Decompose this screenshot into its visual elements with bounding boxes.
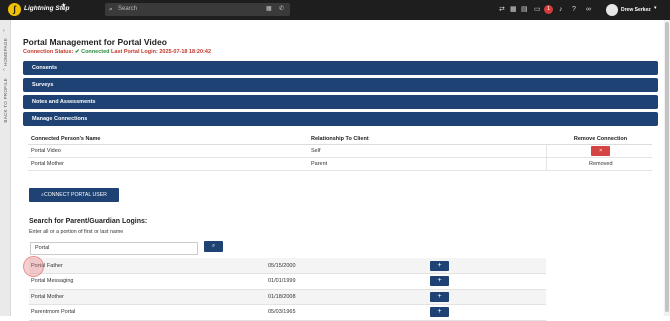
left-sidebar: ‹ HOMEPAGE ‹ BACK TO PROFILE bbox=[0, 20, 11, 316]
panel-notes-and-assessments[interactable]: Notes and Assessments bbox=[23, 95, 658, 109]
user-name[interactable]: Drew Serkez bbox=[621, 7, 651, 13]
connections-table: Connected Person's Name Relationship To … bbox=[28, 134, 652, 171]
result-name: Portal Father bbox=[29, 258, 266, 274]
result-dob: 05/03/1965 bbox=[266, 304, 428, 321]
relationship: Parent bbox=[308, 157, 546, 171]
scrollbar-thumb[interactable] bbox=[665, 22, 669, 312]
top-navbar: ʃ Lightning Step ★ ⌕ Search ▦ ✆ ⇄ ▦ ▤ ▭ … bbox=[0, 0, 670, 20]
chevron-left-icon[interactable]: ‹ bbox=[3, 67, 5, 73]
connected-person-name: Portal Video bbox=[28, 144, 308, 158]
panel-surveys[interactable]: Surveys bbox=[23, 78, 658, 92]
table-row: Portal Father 05/15/2000 + bbox=[29, 258, 546, 274]
status-value: Connected bbox=[81, 49, 110, 55]
panel-manage-connections[interactable]: Manage Connections bbox=[23, 112, 658, 126]
table-header-row: Connected Person's Name Relationship To … bbox=[28, 134, 652, 145]
calendar-icon[interactable]: ▦ bbox=[510, 5, 517, 14]
avatar[interactable] bbox=[606, 4, 618, 16]
status-label: Connection Status: bbox=[23, 49, 74, 55]
guardian-search-input[interactable]: Portal bbox=[30, 242, 198, 255]
calendar-search-icon[interactable]: ▦ bbox=[266, 3, 272, 16]
global-search-input[interactable]: ⌕ Search ▦ ✆ bbox=[105, 3, 290, 16]
status-check-icon: ✔ bbox=[74, 49, 80, 55]
favorite-star-icon[interactable]: ★ bbox=[61, 2, 66, 9]
table-row: Portal Video Self × bbox=[28, 144, 652, 158]
connection-status: Connection Status: ✔ Connected Last Port… bbox=[23, 49, 211, 55]
search-hint: Enter all or a portion of first or last … bbox=[29, 229, 124, 235]
inbox-icon[interactable]: ▤ bbox=[521, 5, 528, 14]
chevron-left-icon[interactable]: ‹ bbox=[3, 28, 5, 34]
page-title: Portal Management for Portal Video bbox=[23, 37, 167, 47]
connect-portal-user-button[interactable]: ⌕CONNECT PORTAL USER bbox=[29, 188, 119, 202]
search-icon: ⌕ bbox=[211, 243, 216, 249]
page-scrollbar[interactable] bbox=[664, 20, 670, 316]
table-row: Parentmom Portal 05/03/1965 + bbox=[29, 304, 546, 321]
table-row: Portal Mother Parent Removed bbox=[28, 157, 652, 171]
chevron-down-icon[interactable]: ▾ bbox=[654, 5, 657, 11]
connect-button-label: CONNECT PORTAL USER bbox=[43, 192, 107, 198]
action-cell: + bbox=[428, 304, 546, 321]
connected-person-name: Portal Mother bbox=[28, 157, 308, 171]
add-connection-button[interactable]: + bbox=[430, 260, 449, 271]
phone-icon[interactable]: ✆ bbox=[279, 3, 284, 16]
removed-status: Removed bbox=[545, 157, 652, 171]
transfer-icon[interactable]: ⇄ bbox=[499, 5, 505, 14]
cursor-highlight bbox=[23, 256, 44, 277]
result-dob: 01/01/1999 bbox=[266, 273, 428, 290]
search-placeholder: Search bbox=[118, 6, 138, 12]
result-dob: 05/15/2000 bbox=[266, 258, 428, 274]
search-icon: ⌕ bbox=[109, 6, 113, 13]
column-header: Remove Connection bbox=[546, 134, 652, 145]
column-header: Relationship To Client bbox=[308, 134, 546, 145]
chat-icon[interactable]: ▭ bbox=[534, 5, 541, 14]
remove-connection-button[interactable]: × bbox=[591, 145, 611, 156]
relationship: Self bbox=[308, 144, 546, 158]
search-button[interactable]: ⌕ bbox=[204, 241, 223, 252]
table-row: Portal Messaging 01/01/1999 + bbox=[29, 273, 546, 290]
result-name: Portal Mother bbox=[29, 289, 266, 305]
column-header: Connected Person's Name bbox=[28, 134, 308, 145]
sidebar-back-to-profile-link[interactable]: BACK TO PROFILE bbox=[3, 78, 8, 123]
search-results-table: Portal Father 05/15/2000 + Portal Messag… bbox=[29, 258, 546, 321]
search-heading: Search for Parent/Guardian Logins: bbox=[29, 218, 148, 225]
sidebar-homepage-link[interactable]: HOMEPAGE bbox=[3, 38, 8, 66]
result-name: Parentmom Portal bbox=[29, 304, 266, 321]
notification-badge[interactable]: 1 bbox=[544, 5, 553, 14]
action-cell: + bbox=[428, 289, 546, 305]
bell-icon[interactable]: ♪ bbox=[559, 5, 563, 14]
remove-cell: × bbox=[545, 144, 652, 158]
table-row: Portal Mother 01/18/2008 + bbox=[29, 289, 546, 305]
logo-icon[interactable]: ʃ bbox=[8, 3, 21, 16]
result-dob: 01/18/2008 bbox=[266, 289, 428, 305]
help-icon[interactable]: ? bbox=[572, 5, 576, 14]
result-name: Portal Messaging bbox=[29, 273, 266, 290]
action-cell: + bbox=[428, 273, 546, 290]
last-portal-login: Last Portal Login: 2025-07-18 18:20:42 bbox=[111, 49, 212, 55]
panel-consents[interactable]: Consents bbox=[23, 61, 658, 75]
action-cell: + bbox=[428, 258, 546, 274]
add-connection-button[interactable]: + bbox=[430, 291, 449, 302]
link-icon[interactable]: ∞ bbox=[586, 5, 591, 14]
add-connection-button[interactable]: + bbox=[430, 276, 449, 287]
